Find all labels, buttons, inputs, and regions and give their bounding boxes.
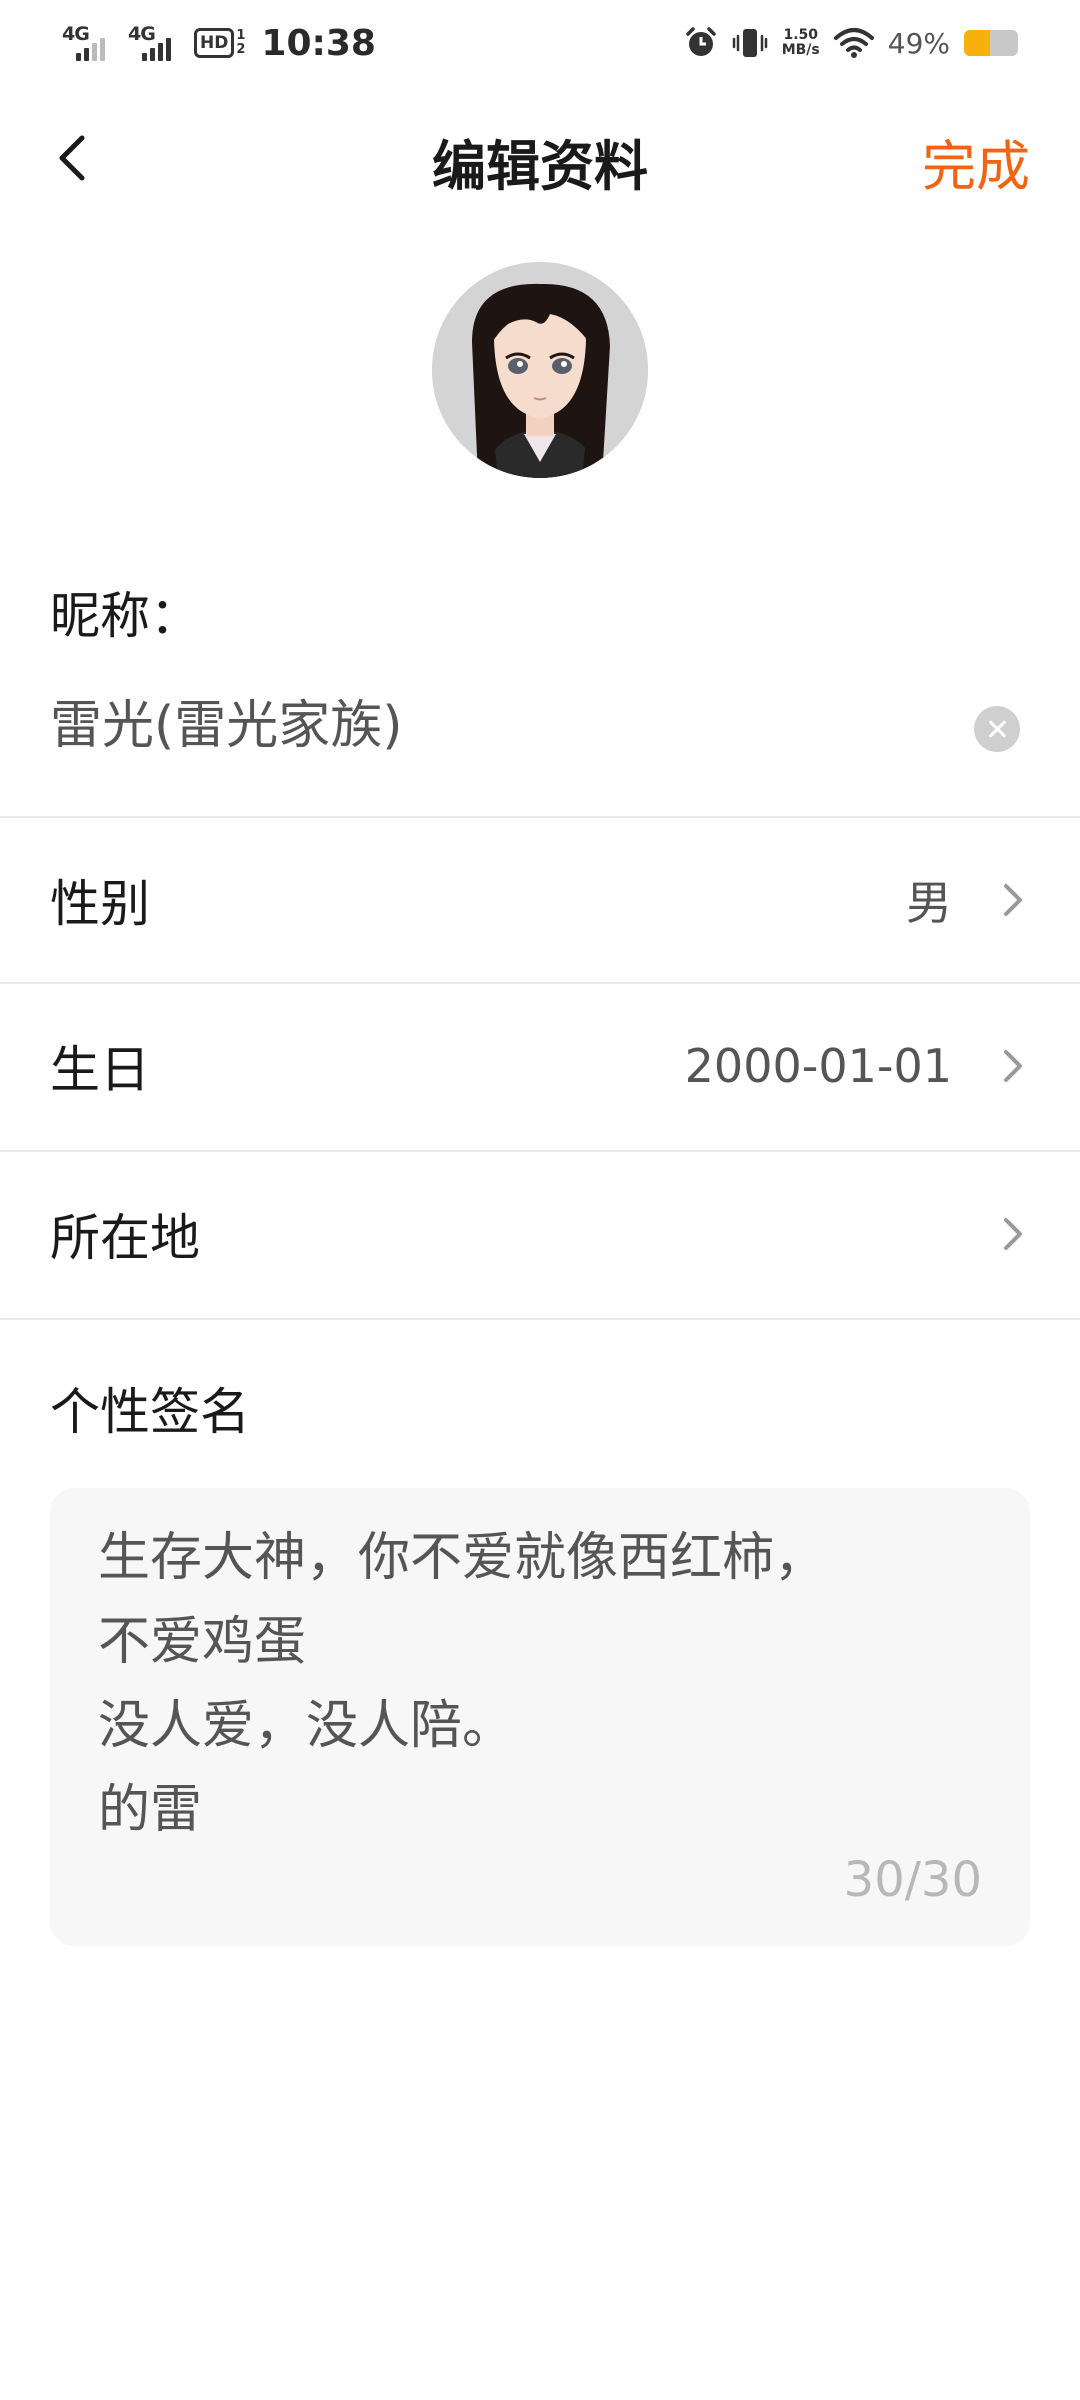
battery-icon [964, 30, 1018, 56]
location-label: 所在地 [50, 1209, 200, 1267]
top-app-bar: 编辑资料 完成 [0, 100, 1080, 216]
status-bar: 4G 4G HD 1 2 10:38 1.50 MB/s 49% [0, 0, 1080, 86]
nickname-label: 昵称： [50, 587, 200, 645]
signature-text[interactable]: 生存大神，你不爱就像西红柿， 不爱鸡蛋 没人爱，没人陪。 的雷 [98, 1516, 978, 1838]
done-button[interactable]: 完成 [922, 122, 1030, 201]
status-bar-right: 1.50 MB/s 49% [684, 18, 1018, 68]
battery-fill [964, 30, 991, 56]
status-time: 10:38 [261, 22, 376, 64]
clear-nickname-button[interactable] [974, 706, 1020, 752]
chevron-right-icon [1004, 884, 1022, 916]
wifi-icon [833, 28, 874, 58]
avatar-illustration [432, 262, 648, 478]
gender-value: 男 [906, 876, 952, 930]
signature-textarea[interactable]: 生存大神，你不爱就像西红柿， 不爱鸡蛋 没人爱，没人陪。 的雷 30/30 [50, 1488, 1030, 1946]
hd-sub: 2 [236, 42, 246, 57]
gender-row[interactable]: 性别 男 [0, 818, 1080, 982]
net-speed-value: 1.50 [783, 27, 818, 43]
network-speed: 1.50 MB/s [782, 28, 820, 58]
signature-label: 个性签名 [50, 1383, 250, 1441]
divider [0, 1318, 1080, 1320]
alarm-icon [685, 27, 716, 56]
birthday-value: 2000-01-01 [684, 1039, 952, 1093]
birthday-label: 生日 [50, 1041, 150, 1099]
signature-char-count: 30/30 [843, 1852, 982, 1908]
hd-sup: 1 [236, 28, 246, 43]
gender-label: 性别 [50, 875, 150, 933]
page-title: 编辑资料 [432, 135, 648, 198]
chevron-right-icon [1004, 1218, 1022, 1250]
hd-label: HD [194, 28, 235, 58]
hd-voice-icon: HD 1 2 [194, 28, 245, 58]
location-row[interactable]: 所在地 [0, 1152, 1080, 1316]
status-bar-left: 4G 4G HD 1 2 10:38 [62, 18, 376, 68]
battery-percent: 49% [887, 26, 950, 60]
net-speed-unit: MB/s [781, 42, 820, 58]
signal-icon: 4G [62, 23, 114, 63]
avatar[interactable] [432, 262, 648, 478]
birthday-row[interactable]: 生日 2000-01-01 [0, 984, 1080, 1148]
vibrate-icon [732, 29, 767, 57]
chevron-right-icon [1004, 1050, 1022, 1082]
nickname-input[interactable] [50, 690, 950, 750]
signal-icon-2: 4G [128, 23, 180, 63]
